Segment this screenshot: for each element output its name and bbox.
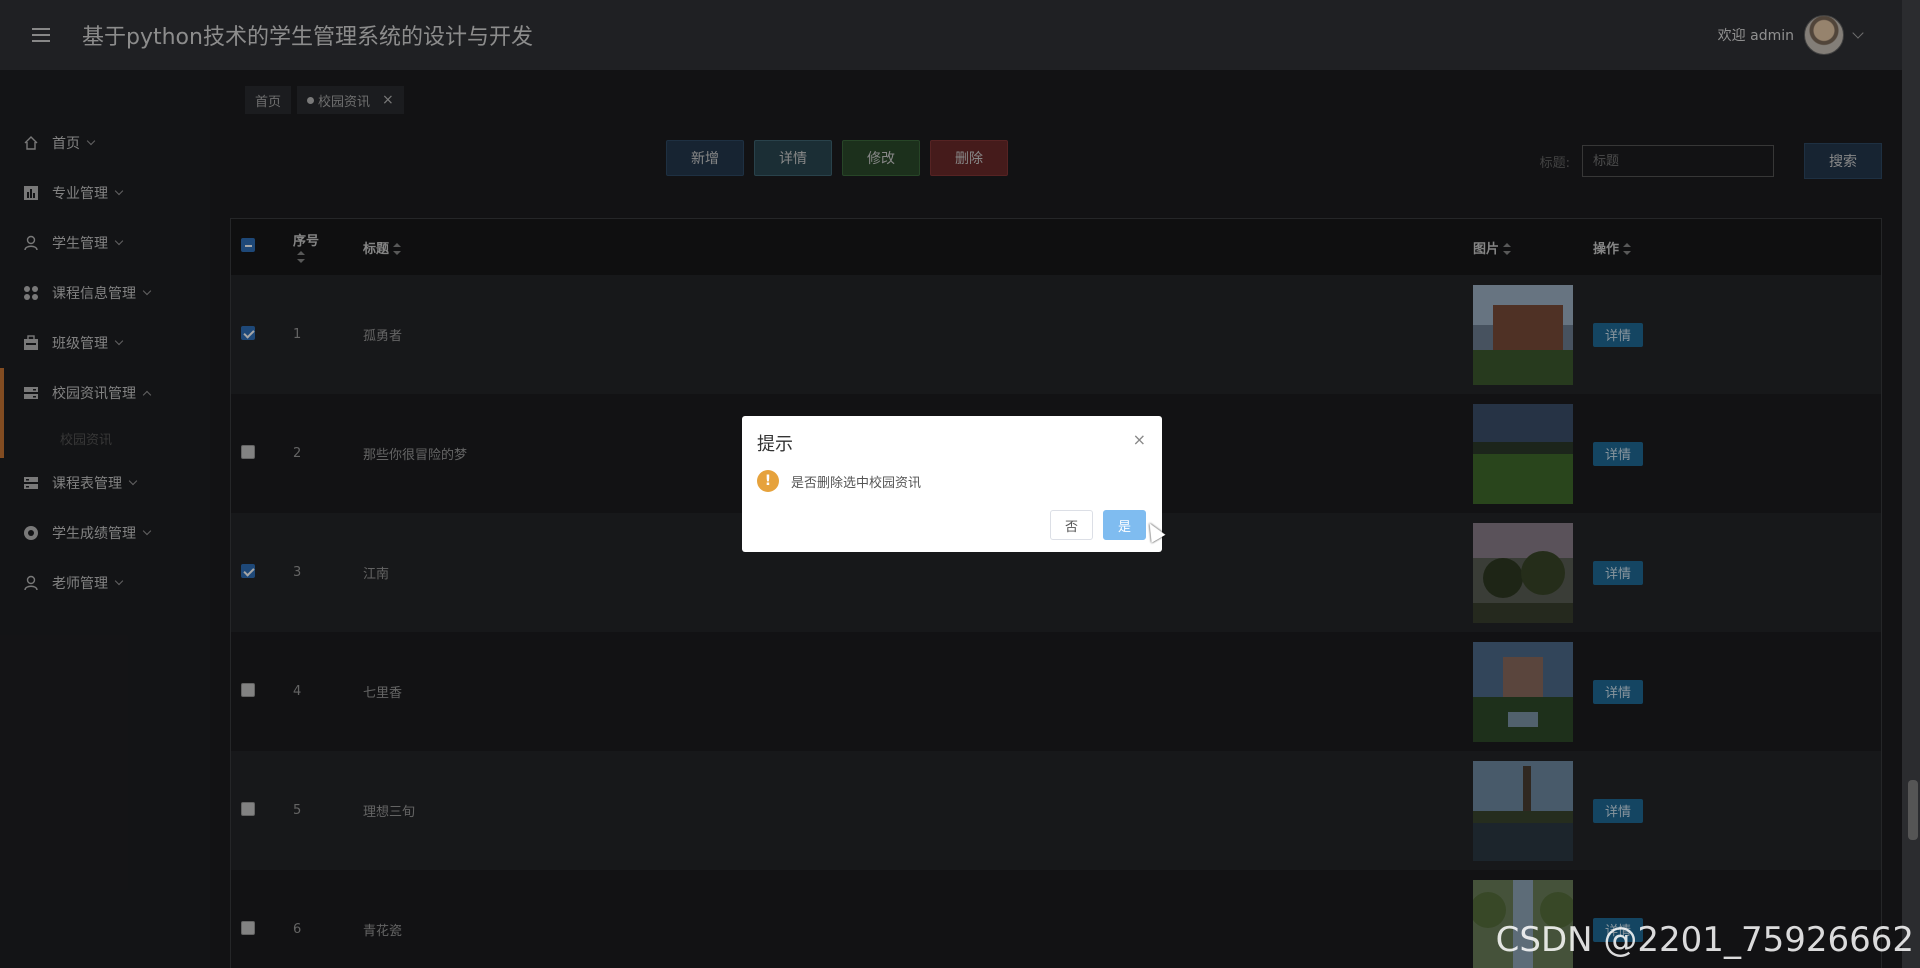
dialog-buttons: 否 是	[1049, 510, 1146, 540]
warning-icon: !	[757, 470, 779, 492]
close-icon[interactable]: ×	[1133, 430, 1146, 449]
confirm-dialog: 提示 × ! 是否删除选中校园资讯 否 是	[742, 416, 1162, 552]
page-scrollbar[interactable]	[1902, 0, 1920, 968]
dialog-title: 提示	[757, 434, 793, 455]
dialog-body: ! 是否删除选中校园资讯	[757, 470, 1147, 492]
dialog-message: 是否删除选中校园资讯	[791, 475, 922, 491]
confirm-button[interactable]: 是	[1102, 510, 1146, 540]
scrollbar-thumb[interactable]	[1908, 780, 1918, 840]
cancel-button[interactable]: 否	[1049, 510, 1093, 540]
watermark: CSDN @2201_75926662	[1495, 920, 1914, 960]
